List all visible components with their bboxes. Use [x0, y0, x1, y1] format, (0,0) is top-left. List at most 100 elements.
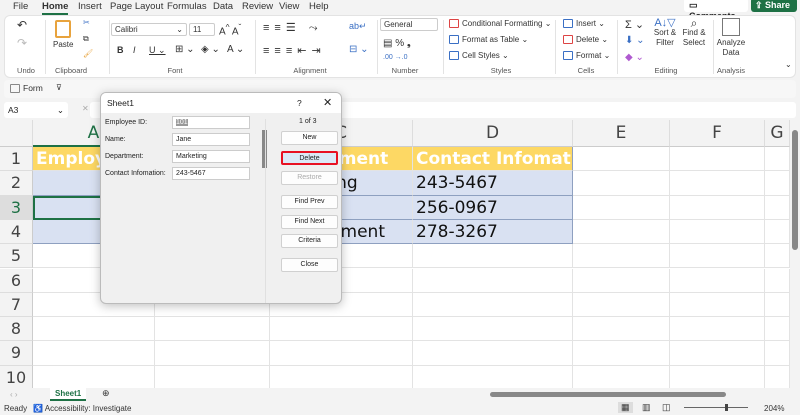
cell-a10[interactable] [33, 365, 155, 388]
page-layout-view-icon[interactable]: ▥ [642, 402, 651, 413]
cell-d9[interactable] [413, 341, 573, 366]
cell-d10[interactable] [413, 365, 573, 388]
cell-f10[interactable] [670, 365, 765, 388]
cell-e5[interactable] [573, 244, 670, 269]
fill-color-icon[interactable]: ◈ ⌄ [201, 44, 220, 55]
field-input-1[interactable]: Jane [172, 133, 250, 146]
select-all-corner[interactable] [0, 120, 33, 147]
customize-toolbar-icon[interactable]: ⊽ [56, 83, 62, 92]
row-header-3[interactable]: 3 [0, 195, 33, 220]
alignment-icons[interactable]: ≡≡☰ ⤳ [263, 21, 323, 35]
row-header-6[interactable]: 6 [0, 268, 33, 293]
form-button[interactable]: Form [10, 83, 43, 94]
copy-icon[interactable]: ⧉ [83, 34, 89, 44]
cell-e8[interactable] [573, 317, 670, 342]
cell-d4[interactable]: 278-3267 [413, 219, 573, 245]
clear-icon[interactable]: ◆ ⌄ [625, 52, 644, 63]
close-icon[interactable]: ✕ [323, 96, 332, 109]
cell-e9[interactable] [573, 341, 670, 366]
cell-f9[interactable] [670, 341, 765, 366]
sheet-tab-sheet1[interactable]: Sheet1 [50, 388, 87, 401]
cancel-formula-icon[interactable]: ✕ [82, 104, 89, 113]
cell-c9[interactable] [270, 341, 413, 366]
grow-font-button[interactable]: A^ Aˇ [219, 22, 241, 37]
analyze-data-button[interactable]: Analyze Data [715, 18, 747, 58]
collapse-ribbon-icon[interactable]: ⌄ [785, 60, 792, 69]
criteria-button[interactable]: Criteria [281, 234, 338, 248]
column-header-e[interactable]: E [573, 120, 670, 147]
autosum-icon[interactable]: Σ ⌄ [625, 18, 644, 31]
scrollbar-thumb[interactable] [792, 130, 798, 250]
cell-g1[interactable] [765, 147, 790, 172]
zoom-slider-thumb[interactable] [725, 404, 728, 411]
column-header-g[interactable]: G [765, 120, 790, 147]
cell-a8[interactable] [33, 317, 155, 342]
cell-d3[interactable]: 256-0967 [413, 195, 573, 220]
add-sheet-icon[interactable]: ⊕ [102, 388, 110, 399]
cell-d8[interactable] [413, 317, 573, 342]
row-header-10[interactable]: 10 [0, 365, 33, 388]
format-cells-button[interactable]: Format ⌄ [563, 51, 610, 61]
tab-insert[interactable]: Insert [78, 1, 102, 12]
cell-styles-button[interactable]: Cell Styles ⌄ [449, 51, 509, 61]
cell-f2[interactable] [670, 171, 765, 196]
cell-b10[interactable] [155, 365, 270, 388]
restore-button[interactable]: Restore [281, 171, 338, 185]
delete-button[interactable]: Delete [281, 151, 338, 165]
merge-icon[interactable]: ⊟ ⌄ [349, 44, 369, 55]
cell-f4[interactable] [670, 219, 765, 245]
borders-icon[interactable]: ⊞ ⌄ [175, 44, 195, 55]
cell-d5[interactable] [413, 244, 573, 269]
cell-g6[interactable] [765, 268, 790, 293]
font-name-select[interactable]: Calibri ⌄ [111, 23, 187, 36]
tab-formulas[interactable]: Formulas [167, 1, 207, 12]
name-box[interactable]: A3 ⌄ [4, 102, 68, 118]
cell-f5[interactable] [670, 244, 765, 269]
find-select-button[interactable]: ⌕ Find & Select [679, 17, 709, 48]
tab-file[interactable]: File [13, 1, 28, 12]
number-format-select[interactable]: General [380, 18, 438, 31]
row-header-7[interactable]: 7 [0, 292, 33, 318]
row-header-8[interactable]: 8 [0, 317, 33, 342]
sheet-nav-arrows[interactable]: ‹ › [10, 390, 18, 399]
field-input-3[interactable]: 243-5467 [172, 167, 250, 180]
cell-a9[interactable] [33, 341, 155, 366]
cell-d2[interactable]: 243-5467 [413, 171, 573, 196]
row-header-4[interactable]: 4 [0, 219, 33, 245]
horizontal-scrollbar[interactable] [490, 392, 726, 397]
decimal-icons[interactable]: .00 →.0 [383, 54, 408, 61]
bold-button[interactable]: B [117, 45, 124, 55]
fill-icon[interactable]: ⬇ ⌄ [625, 35, 645, 46]
comments-button[interactable]: ▭ Comments [684, 0, 748, 21]
format-painter-icon[interactable]: 🖌 [83, 49, 93, 58]
cell-c10[interactable] [270, 365, 413, 388]
cell-e4[interactable] [573, 219, 670, 245]
cell-g8[interactable] [765, 317, 790, 342]
undo-button[interactable]: ↶ [17, 18, 27, 32]
tab-home[interactable]: Home [42, 1, 69, 15]
cell-g4[interactable] [765, 219, 790, 245]
tab-data[interactable]: Data [213, 1, 233, 12]
cell-b9[interactable] [155, 341, 270, 366]
cell-e3[interactable] [573, 195, 670, 220]
zoom-level[interactable]: 204% [764, 404, 784, 413]
wrap-text-icon[interactable]: ab↵ [349, 21, 367, 32]
cell-f3[interactable] [670, 195, 765, 220]
delete-cells-button[interactable]: Delete ⌄ [563, 35, 608, 45]
cell-e7[interactable] [573, 292, 670, 318]
find-next-button[interactable]: Find Next [281, 215, 338, 229]
cell-e6[interactable] [573, 268, 670, 293]
cell-g2[interactable] [765, 171, 790, 196]
underline-button[interactable]: U ⌄ [149, 45, 166, 56]
normal-view-icon[interactable]: ▦ [618, 402, 633, 413]
close-button[interactable]: Close [281, 258, 338, 272]
column-header-f[interactable]: F [670, 120, 765, 147]
new-button[interactable]: New [281, 131, 338, 145]
tab-help[interactable]: Help [309, 1, 329, 12]
zoom-slider[interactable] [684, 404, 748, 411]
vertical-scrollbar[interactable] [790, 120, 800, 388]
cell-f7[interactable] [670, 292, 765, 318]
cell-g7[interactable] [765, 292, 790, 318]
cell-f1[interactable] [670, 147, 765, 172]
cell-e1[interactable] [573, 147, 670, 172]
